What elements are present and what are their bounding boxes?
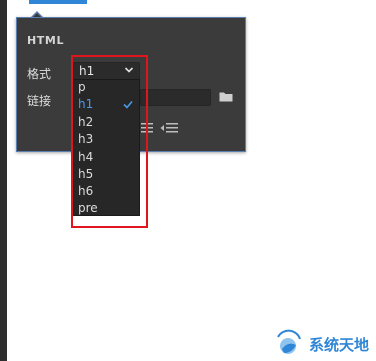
left-edge-bar bbox=[0, 0, 7, 361]
link-label: 链接 bbox=[27, 94, 52, 108]
watermark-logo-icon bbox=[277, 329, 301, 354]
watermark-text: 系统天地 bbox=[309, 336, 370, 354]
outdent-icon[interactable] bbox=[160, 122, 178, 134]
panel-title: HTML bbox=[27, 34, 65, 47]
folder-icon[interactable] bbox=[219, 91, 233, 102]
top-tab-indicator bbox=[29, 0, 87, 4]
annotation-highlight-box bbox=[71, 55, 148, 228]
link-input[interactable] bbox=[140, 89, 211, 106]
watermark: 系统天地 bbox=[268, 328, 376, 361]
format-label: 格式 bbox=[27, 67, 52, 81]
